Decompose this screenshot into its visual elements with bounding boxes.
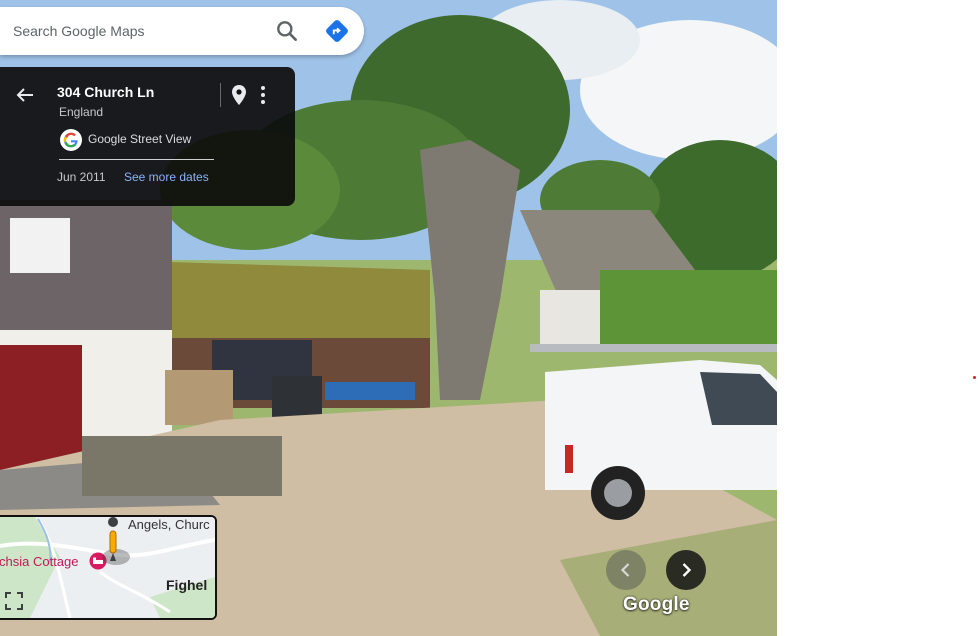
cursor-dot: [973, 376, 976, 379]
place-info-card: 304 Church Ln England Google Street View…: [0, 67, 295, 206]
more-vert-icon[interactable]: [256, 84, 270, 106]
map-label-angels: Angels, Churc: [128, 517, 210, 532]
location-pin-icon[interactable]: [230, 84, 248, 106]
minimap[interactable]: Angels, Churc chsia Cottage Fighel: [0, 515, 217, 620]
imagery-source: Google Street View: [88, 132, 192, 146]
google-wordmark: Google: [623, 594, 690, 615]
search-bar[interactable]: Search Google Maps: [0, 7, 364, 55]
chevron-left-icon: [620, 563, 630, 577]
pegman-icon[interactable]: [98, 517, 134, 567]
google-logo-icon: [60, 129, 82, 151]
search-icon[interactable]: [274, 18, 300, 44]
capture-date: Jun 2011: [57, 170, 106, 184]
card-separator: [59, 159, 214, 160]
map-label-cottage: chsia Cottage: [0, 554, 79, 569]
previous-image-button[interactable]: [606, 550, 646, 590]
back-arrow-icon[interactable]: [13, 83, 37, 107]
next-image-button[interactable]: [666, 550, 706, 590]
see-more-dates-link[interactable]: See more dates: [124, 170, 209, 184]
map-label-village: Fighel: [166, 577, 208, 593]
expand-icon[interactable]: [4, 591, 24, 611]
card-divider: [220, 83, 221, 107]
search-placeholder: Search Google Maps: [13, 23, 145, 39]
chevron-right-icon: [682, 563, 692, 577]
place-title: 304 Church Ln: [57, 84, 155, 100]
place-subtitle: England: [59, 105, 104, 119]
directions-icon[interactable]: [324, 18, 350, 44]
